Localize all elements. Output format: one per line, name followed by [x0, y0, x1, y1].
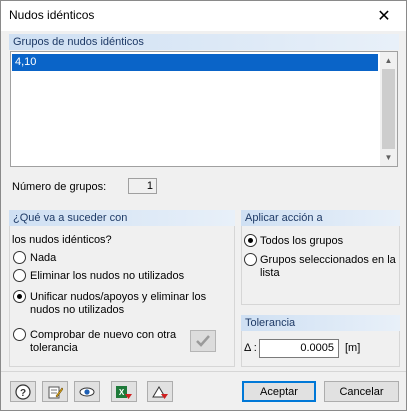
radio-unify[interactable]	[13, 290, 26, 303]
radio-recheck[interactable]	[13, 328, 26, 341]
svg-text:X: X	[119, 388, 125, 397]
apply-header: Aplicar acción a	[241, 210, 400, 226]
excel-export-icon: X	[116, 385, 132, 399]
list-item[interactable]: 4,10	[12, 54, 378, 71]
tolerance-header: Tolerancia	[241, 315, 400, 331]
excel-export-button[interactable]: X	[111, 381, 137, 402]
radio-all-groups-label[interactable]: Todos los grupos	[260, 235, 343, 247]
tolerance-symbol: Δ :	[244, 342, 257, 354]
dialog-window: Nudos idénticos ✕ Grupos de nudos idénti…	[0, 0, 407, 411]
scroll-up-icon[interactable]: ▲	[380, 52, 397, 69]
radio-none-label[interactable]: Nada	[30, 252, 56, 264]
radio-selected-groups-label[interactable]: Grupos seleccionados en la lista	[260, 254, 398, 280]
view-icon	[79, 387, 95, 396]
checkmark-icon	[196, 335, 210, 347]
action-subheader: los nudos idénticos?	[12, 234, 112, 246]
edit-button[interactable]	[42, 381, 68, 402]
groups-header: Grupos de nudos idénticos	[9, 34, 399, 50]
tolerance-input[interactable]: 0.0005	[259, 339, 339, 358]
svg-text:?: ?	[20, 388, 26, 399]
ok-button[interactable]: Aceptar	[242, 381, 316, 402]
edit-icon	[48, 386, 63, 398]
units-icon	[152, 385, 168, 399]
footer-divider	[1, 371, 406, 372]
radio-recheck-label[interactable]: Comprobar de nuevo con otra tolerancia	[30, 329, 180, 355]
window-title: Nudos idénticos	[9, 8, 95, 22]
group-count-label: Número de grupos:	[12, 181, 107, 193]
tolerance-unit: [m]	[345, 342, 361, 354]
scroll-down-icon[interactable]: ▼	[380, 149, 397, 166]
radio-unify-label[interactable]: Unificar nudos/apoyos y eliminar los nud…	[30, 291, 235, 317]
scrollbar-thumb[interactable]	[382, 69, 395, 149]
help-icon: ?	[15, 383, 31, 400]
title-bar: Nudos idénticos ✕	[1, 1, 406, 31]
radio-all-groups[interactable]	[244, 234, 257, 247]
scrollbar[interactable]: ▲ ▼	[380, 52, 397, 166]
action-header: ¿Qué va a suceder con	[9, 210, 235, 226]
cancel-button[interactable]: Cancelar	[324, 381, 399, 402]
view-button[interactable]	[74, 381, 100, 402]
help-button[interactable]: ?	[10, 381, 36, 402]
radio-selected-groups[interactable]	[244, 253, 257, 266]
close-icon[interactable]: ✕	[362, 1, 406, 31]
radio-none[interactable]	[13, 251, 26, 264]
radio-delete-unused-label[interactable]: Eliminar los nudos no utilizados	[30, 270, 184, 282]
recheck-button[interactable]	[190, 330, 216, 352]
group-count-value: 1	[128, 178, 157, 194]
units-button[interactable]	[147, 381, 173, 402]
groups-listbox[interactable]: 4,10 ▲ ▼	[10, 51, 398, 167]
radio-delete-unused[interactable]	[13, 269, 26, 282]
